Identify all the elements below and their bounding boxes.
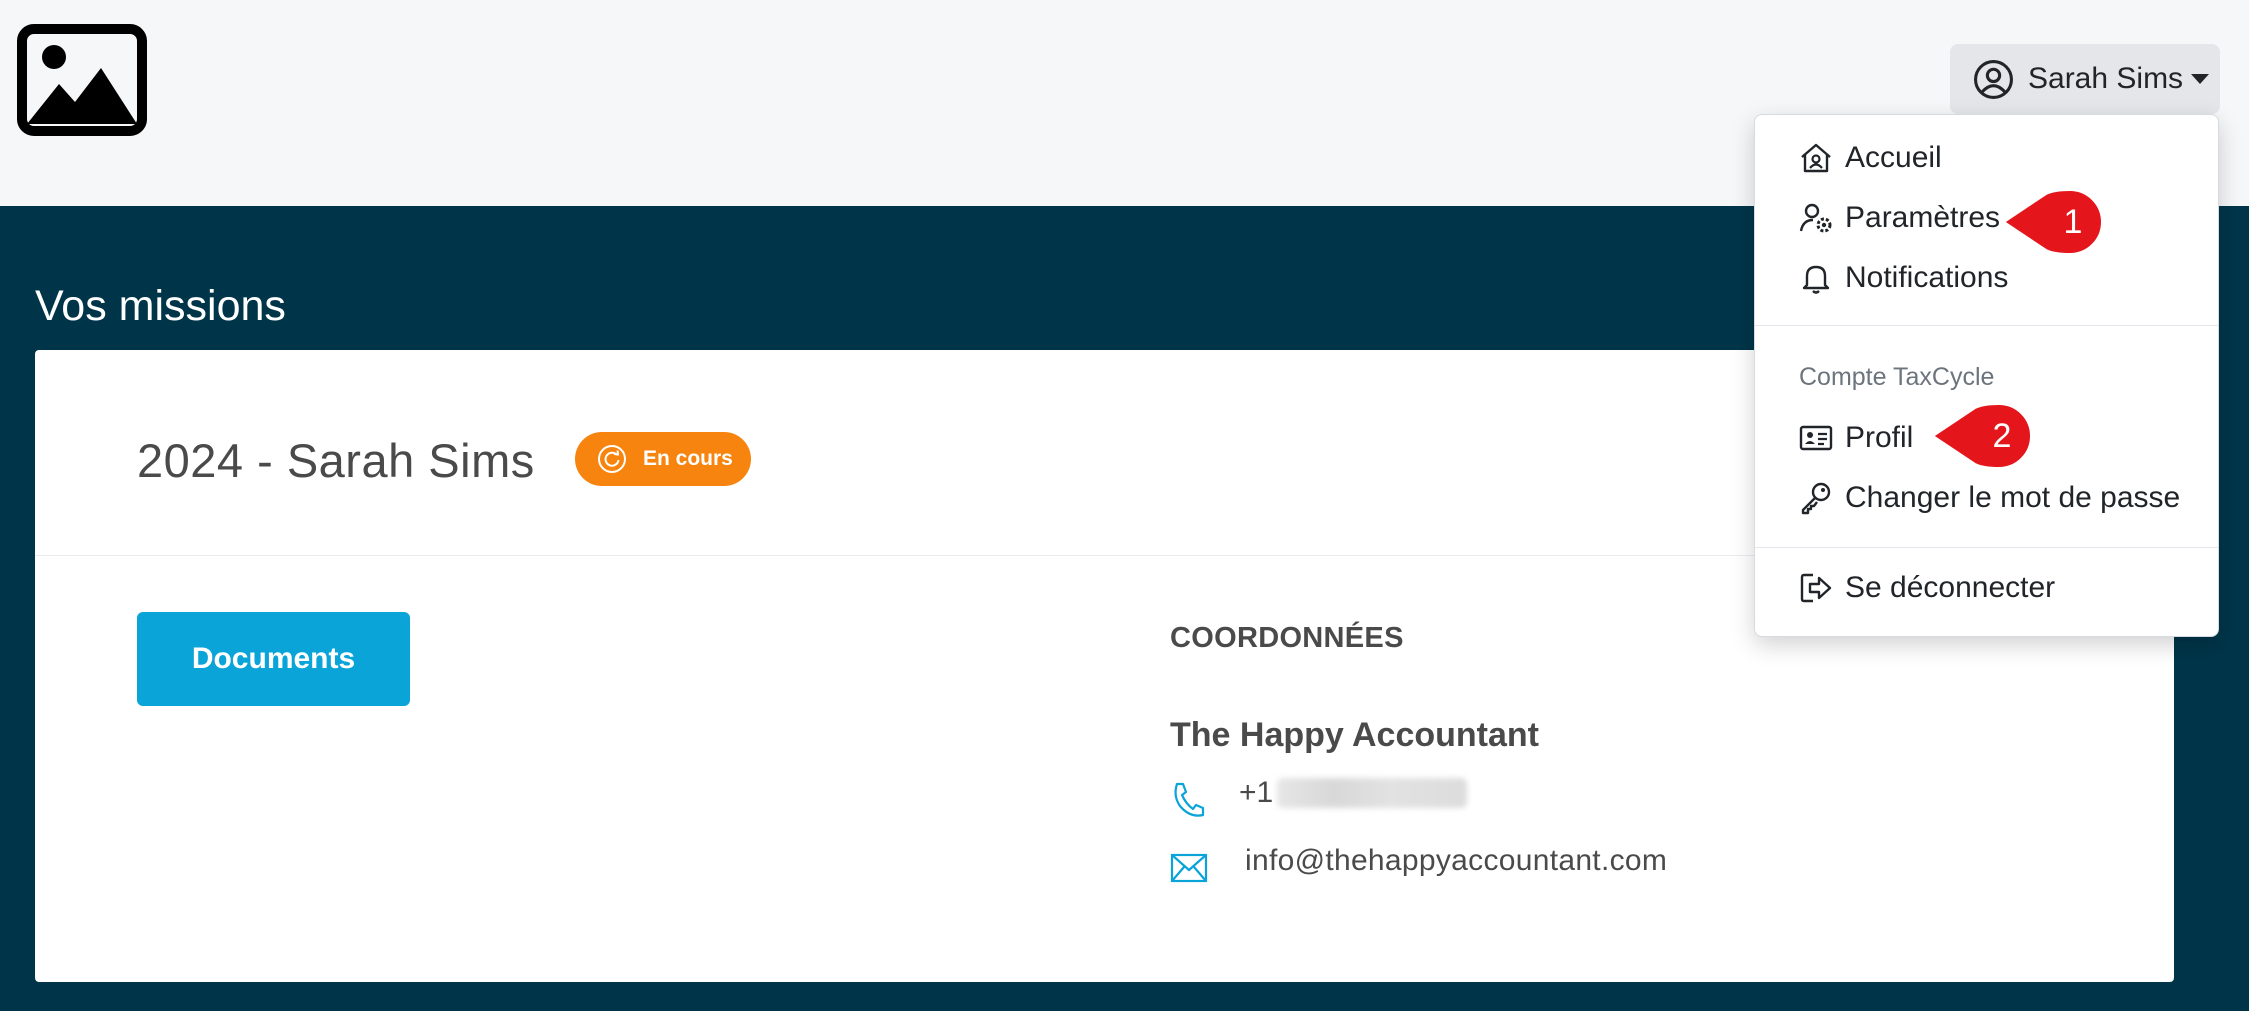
documents-button[interactable]: Documents	[137, 612, 410, 706]
phone-number: +1	[1239, 776, 1468, 810]
user-dropdown-menu: Accueil Paramètres Notifications Compte …	[1754, 114, 2219, 637]
menu-item-label: Profil	[1845, 421, 1914, 454]
callout-1: 1	[2004, 188, 2106, 256]
user-settings-icon	[1799, 203, 1832, 233]
callout-number: 2	[1992, 416, 2012, 455]
logout-icon	[1800, 573, 1832, 603]
mail-icon	[1170, 853, 1208, 883]
company-name: The Happy Accountant	[1170, 716, 1539, 754]
menu-item-label: Changer le mot de passe	[1845, 481, 2181, 514]
menu-item-label: Se déconnecter	[1845, 571, 2056, 604]
status-badge: En cours	[575, 432, 751, 486]
menu-item-notifications[interactable]: Notifications	[1799, 261, 2008, 295]
menu-section-header: Compte TaxCycle	[1799, 363, 1995, 391]
phone-prefix: +1	[1239, 776, 1274, 809]
menu-divider	[1755, 547, 2218, 548]
menu-divider	[1755, 325, 2218, 326]
menu-item-label: Paramètres	[1845, 201, 2001, 234]
menu-item-profil[interactable]: Profil	[1799, 421, 1913, 455]
phone-icon	[1174, 782, 1205, 817]
chevron-down-icon	[2191, 74, 2210, 84]
image-placeholder-icon	[17, 24, 147, 136]
user-menu-button[interactable]: Sarah Sims	[1950, 44, 2220, 114]
bell-icon	[1802, 265, 1830, 294]
menu-item-accueil[interactable]: Accueil	[1799, 141, 1942, 175]
home-icon	[1801, 143, 1831, 173]
page-title: Vos missions	[35, 282, 286, 330]
contact-heading: COORDONNÉES	[1170, 622, 1404, 654]
menu-item-parametres[interactable]: Paramètres	[1799, 201, 2000, 235]
refresh-icon	[598, 445, 626, 473]
menu-item-label: Notifications	[1845, 261, 2009, 294]
email-link[interactable]: info@thehappyaccountant.com	[1245, 844, 1667, 878]
redacted-phone	[1277, 778, 1468, 808]
user-name: Sarah Sims	[2028, 62, 2184, 95]
key-icon	[1801, 482, 1831, 515]
menu-item-label: Accueil	[1845, 141, 1942, 174]
status-label: En cours	[643, 447, 733, 470]
menu-item-change-password[interactable]: Changer le mot de passe	[1799, 481, 2180, 515]
callout-number: 1	[2063, 202, 2083, 241]
mission-name: 2024 - Sarah Sims	[137, 434, 535, 487]
callout-2: 2	[1933, 402, 2035, 470]
user-circle-icon	[1974, 59, 2013, 99]
menu-item-logout[interactable]: Se déconnecter	[1799, 571, 2055, 605]
id-card-icon	[1799, 425, 1833, 451]
